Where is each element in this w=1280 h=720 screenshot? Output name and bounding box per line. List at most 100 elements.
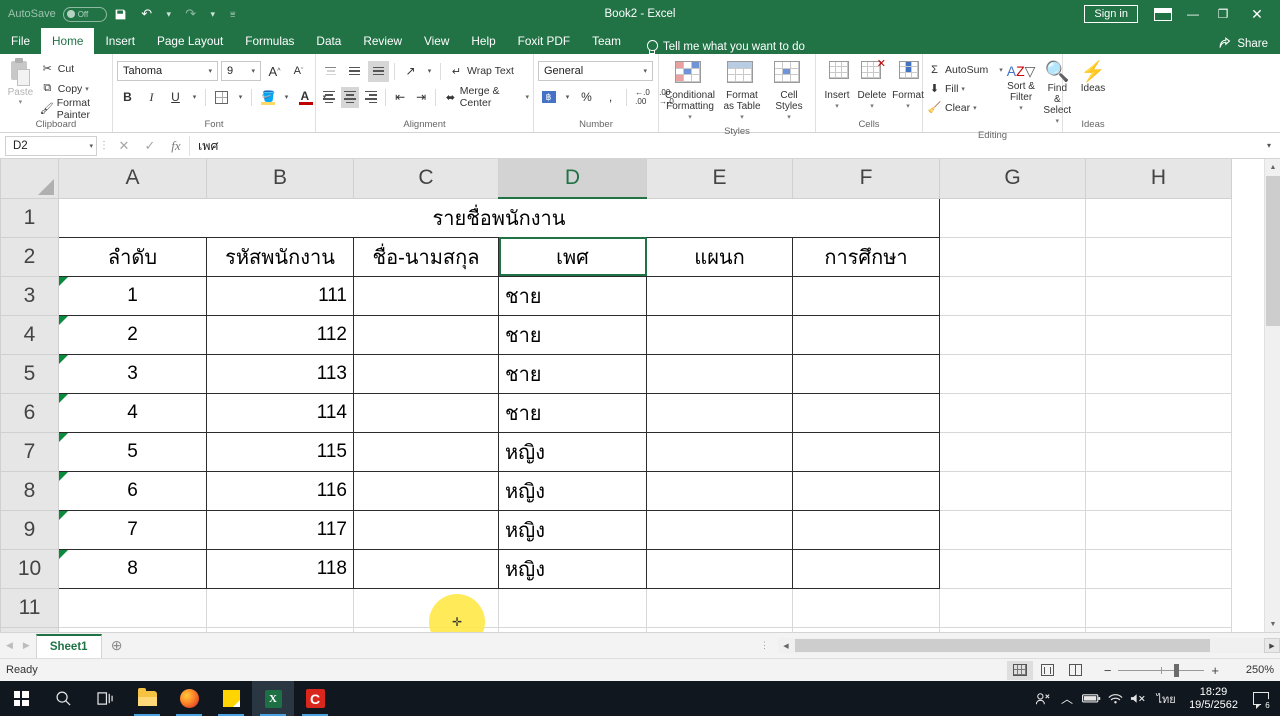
show-hidden-icons-chevron[interactable]: ︿: [1055, 681, 1079, 716]
cell-E6[interactable]: [646, 392, 793, 433]
cell-A10[interactable]: 8: [58, 548, 207, 589]
increase-font-size-icon[interactable]: A ^: [264, 61, 285, 82]
cell-E12[interactable]: [646, 626, 793, 632]
cell-G7[interactable]: [939, 431, 1086, 472]
cell-E7[interactable]: [646, 431, 793, 472]
sort-filter-button[interactable]: AZ▽ Sort & Filter ▾: [1003, 59, 1040, 116]
select-all-corner[interactable]: [0, 159, 59, 199]
cell-D6[interactable]: ชาย: [498, 392, 647, 433]
cell-F6[interactable]: [792, 392, 940, 433]
cell-A3[interactable]: 1: [58, 275, 207, 316]
cell-F10[interactable]: [792, 548, 940, 589]
wrap-text-button[interactable]: ↵ Wrap Text: [449, 62, 514, 81]
cell-F5[interactable]: [792, 353, 940, 394]
scroll-right-icon[interactable]: ▶: [1264, 638, 1280, 653]
cell-E5[interactable]: [646, 353, 793, 394]
cell-B3[interactable]: 111: [206, 275, 354, 316]
ribbon-display-options-icon[interactable]: [1148, 1, 1178, 27]
cell-C8[interactable]: [353, 470, 499, 511]
row-header-3[interactable]: 3: [0, 275, 59, 316]
align-bottom-icon[interactable]: [368, 60, 389, 82]
cell-G4[interactable]: [939, 314, 1086, 355]
cell-B4[interactable]: 112: [206, 314, 354, 355]
underline-button[interactable]: U: [165, 87, 186, 108]
cell-B5[interactable]: 113: [206, 353, 354, 394]
cell-D12[interactable]: [498, 626, 647, 632]
column-header-g[interactable]: G: [939, 159, 1086, 199]
vertical-scrollbar[interactable]: ▲ ▼: [1264, 159, 1280, 632]
format-painter-button[interactable]: 🖌 Format Painter: [40, 97, 108, 121]
scroll-up-icon[interactable]: ▲: [1265, 159, 1280, 175]
underline-dropdown-icon[interactable]: ▾: [189, 87, 200, 108]
cell-G10[interactable]: [939, 548, 1086, 589]
cell-C9[interactable]: [353, 509, 499, 550]
taskbar-app-firefox[interactable]: [168, 681, 210, 716]
autosave-toggle[interactable]: Off: [62, 6, 107, 22]
autosum-button[interactable]: Σ AutoSum ▾: [927, 60, 1003, 79]
cell-E8[interactable]: [646, 470, 793, 511]
cell-A4[interactable]: 2: [58, 314, 207, 355]
customize-quick-access-icon[interactable]: ⩸: [223, 3, 243, 25]
cell-B10[interactable]: 118: [206, 548, 354, 589]
normal-view-icon[interactable]: [1006, 660, 1033, 680]
ideas-button[interactable]: ⚡ Ideas: [1077, 59, 1110, 96]
column-header-a[interactable]: A: [58, 159, 207, 199]
format-as-table-button[interactable]: Format as Table ▾: [718, 59, 766, 125]
cell-H5[interactable]: [1085, 353, 1232, 394]
cell-E3[interactable]: [646, 275, 793, 316]
tab-team[interactable]: Team: [581, 28, 632, 54]
zoom-out-button[interactable]: −: [1097, 663, 1119, 678]
page-break-preview-icon[interactable]: [1063, 661, 1089, 680]
decrease-indent-icon[interactable]: ⇤: [391, 87, 409, 108]
column-header-h[interactable]: H: [1085, 159, 1232, 199]
row-header-1[interactable]: 1: [0, 197, 59, 238]
row-header-9[interactable]: 9: [0, 509, 59, 550]
row-header-5[interactable]: 5: [0, 353, 59, 394]
accounting-dropdown-icon[interactable]: ▾: [562, 87, 573, 108]
cell-B12[interactable]: [206, 626, 354, 632]
align-center-icon[interactable]: [341, 86, 360, 108]
comma-style-button[interactable]: ,: [600, 87, 621, 108]
tell-me-search[interactable]: Tell me what you want to do: [632, 40, 805, 54]
conditional-formatting-button[interactable]: Conditional Formatting ▾: [664, 59, 716, 125]
cell-C2[interactable]: ชื่อ-นามสกุล: [353, 236, 499, 277]
save-icon[interactable]: [109, 3, 133, 25]
action-center-icon[interactable]: 6: [1246, 681, 1276, 716]
tab-foxit-pdf[interactable]: Foxit PDF: [507, 28, 581, 54]
horizontal-scrollbar[interactable]: [794, 638, 1264, 653]
paste-button[interactable]: Paste ▾: [4, 58, 37, 106]
cell-A8[interactable]: 6: [58, 470, 207, 511]
cell-D10[interactable]: หญิง: [498, 548, 647, 589]
cell-H9[interactable]: [1085, 509, 1232, 550]
cell-A9[interactable]: 7: [58, 509, 207, 550]
bold-button[interactable]: B: [117, 87, 138, 108]
cell-A2[interactable]: ลำดับ: [58, 236, 207, 277]
cell-A12[interactable]: [58, 626, 207, 632]
row-header-2[interactable]: 2: [0, 236, 59, 277]
vertical-scroll-thumb[interactable]: [1266, 176, 1280, 326]
cell-D3[interactable]: ชาย: [498, 275, 647, 316]
zoom-level[interactable]: 250%: [1234, 664, 1274, 676]
cell-H4[interactable]: [1085, 314, 1232, 355]
cell-C5[interactable]: [353, 353, 499, 394]
row-header-7[interactable]: 7: [0, 431, 59, 472]
clear-button[interactable]: 🧹 Clear ▾: [927, 98, 1003, 117]
insert-function-icon[interactable]: fx: [163, 138, 189, 154]
scroll-split-handle[interactable]: ⋮: [752, 640, 778, 651]
previous-sheet-icon[interactable]: ◀: [6, 640, 13, 651]
minimize-icon[interactable]: —: [1178, 1, 1208, 27]
tab-home[interactable]: Home: [41, 28, 95, 54]
cell-D5[interactable]: ชาย: [498, 353, 647, 394]
name-box[interactable]: D2 ▾: [5, 135, 97, 156]
insert-cells-button[interactable]: Insert ▾: [820, 59, 854, 114]
scroll-left-icon[interactable]: ◀: [778, 638, 794, 653]
cell-E2[interactable]: แผนก: [646, 236, 793, 277]
taskbar-app-file-explorer[interactable]: [126, 681, 168, 716]
zoom-slider[interactable]: − +: [1091, 663, 1232, 678]
decrease-font-size-icon[interactable]: Aˇ: [288, 61, 309, 82]
cell-H11[interactable]: [1085, 587, 1232, 628]
fill-button[interactable]: ⬇ Fill ▾: [927, 79, 1003, 98]
cell-B9[interactable]: 117: [206, 509, 354, 550]
cell-D2[interactable]: เพศ: [498, 236, 647, 277]
taskbar-app-camtasia[interactable]: C: [294, 681, 336, 716]
